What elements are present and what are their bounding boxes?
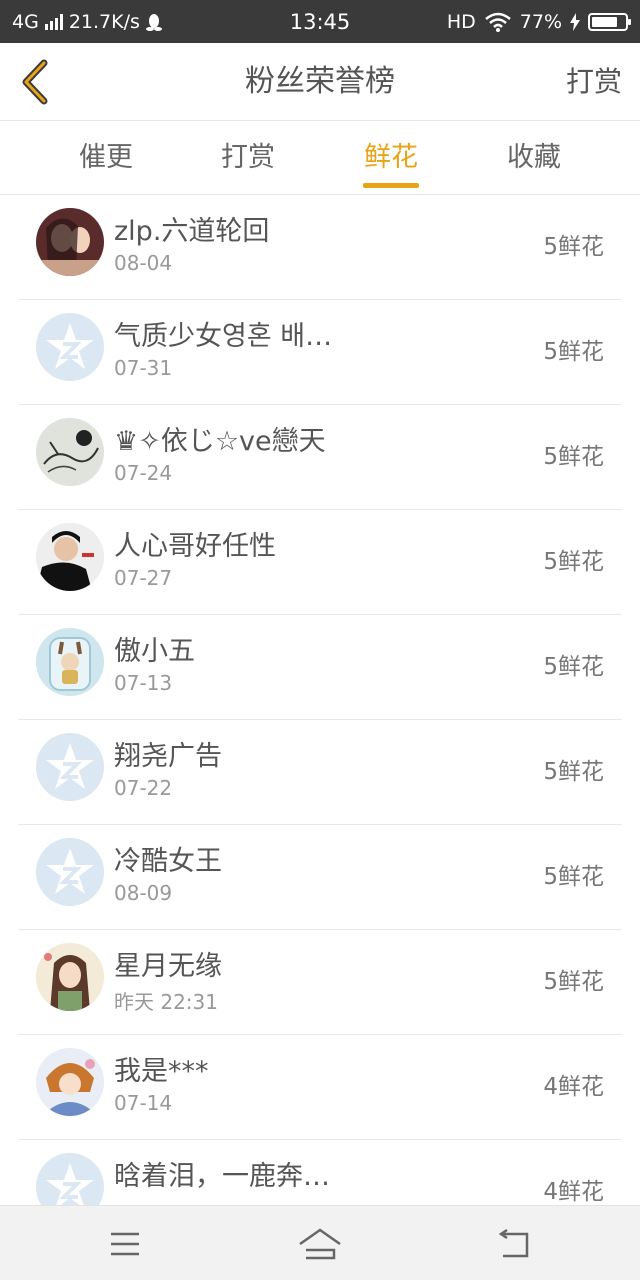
fan-date: 昨天 22:31 <box>114 990 218 1014</box>
flower-count: 4鲜花 <box>543 1179 604 1205</box>
fan-row[interactable]: 晗着泪，一鹿奔… 4鲜花 <box>18 1140 622 1205</box>
title-bar: 粉丝荣誉榜 打赏 <box>0 43 640 121</box>
menu-button[interactable] <box>101 1224 149 1264</box>
network-type: 4G <box>12 10 39 33</box>
status-bar: 4G 21.7K/s 13:45 HD 77% <box>0 0 640 43</box>
qq-penguin-icon <box>145 13 162 31</box>
fan-name: 冷酷女王 <box>114 846 222 877</box>
charging-icon <box>570 12 580 31</box>
tab-reward[interactable]: 打赏 <box>188 121 308 195</box>
tab-urge[interactable]: 催更 <box>46 121 166 195</box>
fan-row[interactable]: 翔尧广告 07-22 5鲜花 <box>18 720 622 825</box>
fan-name: ♛✧依じ☆ve戀天 <box>114 426 326 457</box>
fan-row[interactable]: 人心哥好任性 07-27 5鲜花 <box>18 510 622 615</box>
reward-button[interactable]: 打赏 <box>566 43 622 121</box>
fan-name: 人心哥好任性 <box>114 531 276 562</box>
fan-name: 傲小五 <box>114 636 195 667</box>
signal-icon <box>44 13 63 30</box>
avatar <box>36 208 104 276</box>
battery-percent: 77% <box>519 10 562 33</box>
default-avatar-icon <box>36 1153 104 1205</box>
flower-count: 5鲜花 <box>543 444 604 470</box>
flower-count: 5鲜花 <box>543 549 604 575</box>
system-nav-bar <box>0 1205 640 1280</box>
back-nav-button[interactable] <box>491 1224 539 1264</box>
home-button[interactable] <box>296 1224 344 1264</box>
flower-count: 5鲜花 <box>543 654 604 680</box>
fan-name: 翔尧广告 <box>114 741 222 772</box>
fan-row[interactable]: 冷酷女王 08-09 5鲜花 <box>18 825 622 930</box>
default-avatar-icon <box>36 733 104 801</box>
fan-row[interactable]: zlp.六道轮回 08-04 5鲜花 <box>18 195 622 300</box>
flower-count: 5鲜花 <box>543 234 604 260</box>
default-avatar-icon <box>36 313 104 381</box>
flower-count: 4鲜花 <box>543 1074 604 1100</box>
fan-date: 07-31 <box>114 356 173 380</box>
avatar <box>36 1048 104 1116</box>
flower-count: 5鲜花 <box>543 969 604 995</box>
avatar <box>36 628 104 696</box>
fan-row[interactable]: 我是*** 07-14 4鲜花 <box>18 1035 622 1140</box>
hd-indicator: HD <box>446 10 476 33</box>
tab-favorites[interactable]: 收藏 <box>474 121 594 195</box>
home-icon <box>299 1228 341 1260</box>
avatar <box>36 943 104 1011</box>
fan-date: 08-09 <box>114 881 173 905</box>
fan-name: 晗着泪，一鹿奔… <box>114 1161 330 1192</box>
fan-date: 07-22 <box>114 776 173 800</box>
back-arrow-icon <box>498 1228 529 1258</box>
fan-name: zlp.六道轮回 <box>114 216 270 247</box>
fan-name: 我是*** <box>114 1056 209 1087</box>
active-tab-indicator <box>363 183 419 188</box>
fan-row[interactable]: 气质少女영혼 배… 07-31 5鲜花 <box>18 300 622 405</box>
flower-count: 5鲜花 <box>543 339 604 365</box>
flower-count: 5鲜花 <box>543 864 604 890</box>
avatar <box>36 523 104 591</box>
fan-name: 气质少女영혼 배… <box>114 321 333 352</box>
fan-date: 07-27 <box>114 566 173 590</box>
fan-row[interactable]: 傲小五 07-13 5鲜花 <box>18 615 622 720</box>
network-speed: 21.7K/s <box>68 10 140 33</box>
wifi-icon <box>484 12 511 32</box>
fan-row[interactable]: 星月无缘 昨天 22:31 5鲜花 <box>18 930 622 1035</box>
default-avatar-icon <box>36 838 104 906</box>
fan-date: 07-13 <box>114 671 173 695</box>
menu-icon <box>111 1232 139 1256</box>
fan-date: 07-14 <box>114 1091 173 1115</box>
battery-icon <box>588 12 631 31</box>
flower-count: 5鲜花 <box>543 759 604 785</box>
avatar <box>36 418 104 486</box>
fan-date: 07-24 <box>114 461 173 485</box>
tab-bar: 催更 打赏 鲜花 收藏 <box>0 121 640 195</box>
fan-date: 08-04 <box>114 251 173 275</box>
fan-row[interactable]: ♛✧依じ☆ve戀天 07-24 5鲜花 <box>18 405 622 510</box>
fan-name: 星月无缘 <box>114 951 222 982</box>
fan-list: zlp.六道轮回 08-04 5鲜花 气质少女영혼 배… 07-31 5鲜花 ♛… <box>0 195 640 1205</box>
page-title: 粉丝荣誉榜 <box>245 64 395 99</box>
